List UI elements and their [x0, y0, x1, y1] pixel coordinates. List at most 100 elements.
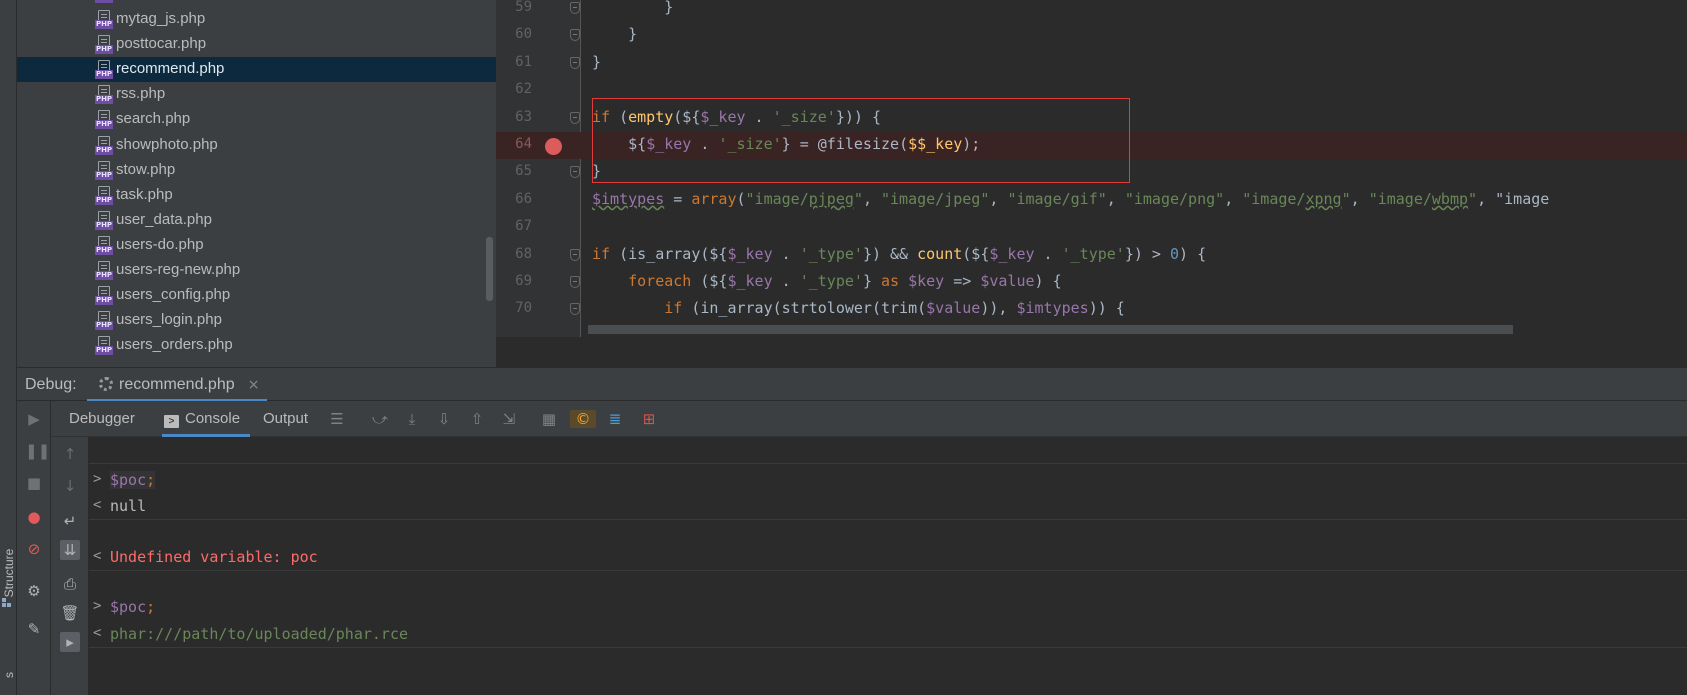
layout-menu-icon[interactable]: ☰ — [328, 410, 346, 428]
soft-wrap-icon[interactable]: ↵ — [60, 511, 80, 531]
tab-console[interactable]: > Console — [162, 401, 251, 437]
breakpoint-icon[interactable] — [545, 138, 562, 155]
fold-marker-icon[interactable] — [570, 29, 580, 41]
tree-item-file[interactable]: PHP users_config.php — [17, 283, 496, 308]
next-arrow-icon[interactable]: ↓ — [60, 476, 80, 496]
line-number: 63 — [515, 109, 532, 125]
line-number: 68 — [515, 246, 532, 262]
console-prompt: > — [93, 598, 102, 614]
fold-marker-icon[interactable] — [570, 276, 580, 288]
console-icon: > — [164, 415, 179, 428]
tree-item-label: stow.php — [116, 160, 176, 178]
code-text: if (is_array(${$_key . '_type'}) && coun… — [592, 245, 1207, 263]
tree-item-file[interactable]: PHP stow.php — [17, 158, 496, 183]
tree-item-label: users_orders.php — [116, 336, 233, 354]
console-prompt: < — [93, 497, 102, 513]
tab-output[interactable]: Output — [263, 401, 308, 437]
line-number: 67 — [515, 218, 532, 234]
line-number: 64 — [515, 136, 532, 152]
bottom-tool-tab[interactable]: s — [2, 646, 16, 695]
php-file-icon: PHP — [95, 210, 113, 230]
tree-item-label: users-reg-new.php — [116, 261, 241, 278]
project-tree: PHP mytag_js.php PHP posttocar.php PHP recomm… — [17, 0, 496, 367]
php-file-icon: PHP — [95, 10, 113, 29]
fold-marker-icon[interactable] — [570, 57, 580, 69]
numbered-list-icon[interactable]: ≣ — [606, 410, 624, 428]
resume-program-icon[interactable]: ▶ — [25, 410, 43, 428]
view-breakpoints-icon[interactable]: ● — [25, 508, 43, 526]
settings-gear-icon[interactable]: ⚙ — [25, 582, 43, 600]
step-into-icon[interactable]: ⇩ — [435, 410, 453, 428]
previous-arrow-icon[interactable]: ↑ — [60, 444, 80, 464]
tree-item-file[interactable]: PHP mytag_js.php — [17, 7, 496, 32]
tree-item-label: showphoto.php — [116, 135, 218, 153]
line-number: 59 — [515, 0, 532, 15]
tree-item-file[interactable]: PHP users-reg-new.php — [17, 258, 496, 283]
scroll-to-end-icon[interactable]: ⇊ — [60, 540, 80, 560]
tree-item-file[interactable]: PHP rss.php — [17, 82, 496, 107]
tree-item-file[interactable]: PHP recommend.php — [17, 57, 496, 83]
fold-marker-icon[interactable] — [570, 2, 580, 14]
tree-item-file[interactable]: PHP users_login.php — [17, 308, 496, 333]
console-result: null — [110, 497, 147, 515]
print-icon[interactable]: ⎙ — [60, 574, 80, 594]
trash-icon[interactable]: 🗑 — [60, 603, 80, 623]
close-icon[interactable]: × — [248, 377, 260, 393]
tab-debugger[interactable]: Debugger — [69, 401, 135, 437]
tree-scrollbar[interactable] — [486, 237, 493, 301]
tree-item-label: search.php — [116, 110, 191, 128]
console-input: $poc; — [110, 598, 156, 616]
php-file-icon: PHP — [95, 60, 113, 80]
line-number: 61 — [515, 54, 532, 70]
add-list-icon[interactable]: ⊞ — [640, 410, 658, 428]
tree-item-file[interactable]: PHP posttocar.php — [17, 32, 496, 57]
tree-item-file[interactable]: PHP users_orders.php — [17, 333, 496, 358]
run-to-cursor-icon[interactable]: ⇲ — [500, 410, 518, 428]
php-file-icon: PHP — [95, 336, 113, 356]
pin-icon[interactable]: ✎ — [25, 620, 43, 638]
editor-horizontal-scrollbar[interactable] — [588, 325, 1513, 334]
debug-gear-icon — [99, 377, 113, 391]
fold-marker-icon[interactable] — [570, 112, 580, 124]
code-editor[interactable]: 59 } 60 } 61 } 62 63 if (empty(${$_key .… — [496, 0, 1687, 337]
code-text: } — [592, 25, 638, 43]
step-out-icon[interactable]: ⇧ — [468, 410, 486, 428]
debug-actions-column: ▶ ❚❚ ■ ● ⊘ ⚙ ✎ — [17, 401, 51, 695]
tree-item-label: recommend.php — [116, 60, 225, 78]
tree-item-file[interactable]: PHP showphoto.php — [17, 133, 496, 158]
console-result: phar:///path/to/uploaded/phar.rce — [110, 625, 409, 643]
tree-item-file[interactable]: PHP users-do.php — [17, 233, 496, 258]
php-console-icon[interactable]: © — [570, 410, 596, 428]
code-line: 68 if (is_array(${$_key . '_type'}) && c… — [496, 242, 1687, 269]
tree-item-file[interactable]: PHP task.php — [17, 183, 496, 208]
line-number: 62 — [515, 81, 532, 97]
console-side-toolbar: ↑ ↓ ↵ ⇊ ⎙ 🗑 ▸ — [51, 437, 89, 695]
console-output[interactable]: > $poc; < null < Undefined variable: poc… — [89, 437, 1687, 695]
stop-icon[interactable]: ■ — [25, 474, 43, 492]
code-line: 69 foreach (${$_key . '_type'} as $key =… — [496, 269, 1687, 296]
console-input: $poc; — [110, 471, 156, 489]
fold-marker-icon[interactable] — [570, 249, 580, 261]
console-entry: < null — [89, 493, 1687, 520]
evaluate-expression-icon[interactable]: ▦ — [540, 410, 558, 428]
show-execution-point-icon[interactable]: ⤻ — [371, 410, 389, 428]
mute-breakpoints-icon[interactable]: ⊘ — [25, 540, 43, 558]
step-over-icon[interactable]: ⤓ — [403, 410, 421, 428]
php-file-icon: PHP — [95, 286, 113, 306]
fold-marker-icon[interactable] — [570, 166, 580, 178]
tree-item-file[interactable]: PHP user_data.php — [17, 208, 496, 233]
structure-tool-tab[interactable]: Structure — [2, 544, 16, 602]
debug-tool-window-header: Debug: recommend.php × — [17, 367, 1687, 402]
debug-label: Debug: — [25, 376, 77, 393]
debug-session-tab[interactable]: recommend.php × — [87, 368, 268, 402]
line-number: 65 — [515, 163, 532, 179]
tree-item-file[interactable]: PHP search.php — [17, 107, 496, 132]
code-text: $imtypes = array("image/pjpeg", "image/j… — [592, 190, 1550, 208]
php-file-icon: PHP — [95, 85, 113, 105]
pause-icon[interactable]: ❚❚ — [25, 442, 50, 460]
console-prompt-icon[interactable]: ▸ — [60, 632, 80, 652]
tree-item-label: task.php — [116, 185, 173, 203]
fold-marker-icon[interactable] — [570, 303, 580, 315]
code-text: } — [592, 53, 602, 71]
code-line: 60 } — [496, 22, 1687, 49]
